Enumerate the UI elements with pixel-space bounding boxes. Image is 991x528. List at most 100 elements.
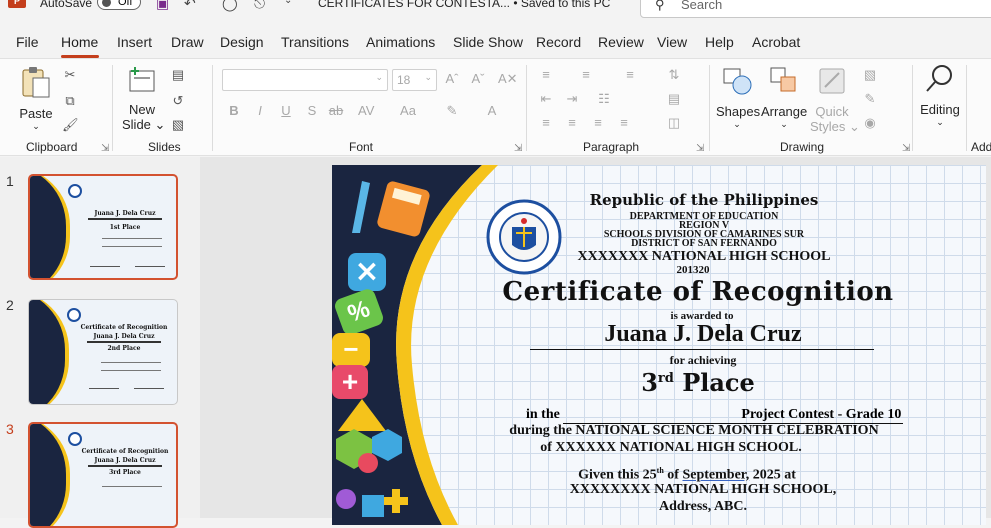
tab-home[interactable]: Home	[61, 34, 98, 50]
tab-draw[interactable]: Draw	[171, 34, 204, 50]
tab-insert[interactable]: Insert	[117, 34, 152, 50]
text-direction-icon[interactable]: ⇅	[666, 67, 682, 83]
tab-animations[interactable]: Animations	[366, 34, 435, 50]
shadow-icon[interactable]: S	[304, 103, 320, 119]
slide-thumbnail-2[interactable]: Certificate of Recognition Juana J. Dela…	[28, 299, 178, 405]
tab-review[interactable]: Review	[598, 34, 644, 50]
ribbon-tabs: File Home Insert Draw Design Transitions…	[0, 28, 991, 56]
align-left-icon[interactable]: ≡	[538, 115, 554, 131]
align-right-icon[interactable]: ≡	[590, 115, 606, 131]
numbering-icon[interactable]: ≡	[578, 67, 594, 83]
customize-qat-icon[interactable]: ⌄	[284, 0, 292, 6]
highlight-icon[interactable]: ✎	[444, 103, 460, 119]
autosave-label: AutoSave	[40, 0, 93, 10]
reset-icon[interactable]: ↺	[170, 93, 186, 109]
undo-icon[interactable]: ↶	[184, 0, 196, 12]
bold-icon[interactable]: B	[226, 103, 242, 119]
slide-thumbnail-3[interactable]: Certificate of Recognition Juana J. Dela…	[28, 422, 178, 528]
arrange-button[interactable]: Arrange ⌄	[761, 65, 807, 130]
deped-seal-icon	[68, 184, 82, 198]
redo-icon[interactable]: ◯	[222, 0, 238, 12]
paste-icon	[22, 67, 50, 98]
increase-indent-icon[interactable]: ⇥	[564, 91, 580, 107]
puzzle-icon	[336, 489, 408, 517]
shape-effects-icon[interactable]: ◉	[862, 115, 878, 131]
align-text-icon[interactable]: ▤	[666, 91, 682, 107]
smartart-icon[interactable]: ◫	[666, 115, 682, 131]
group-slides-label: Slides	[148, 140, 181, 154]
find-icon	[926, 65, 952, 92]
event-line: during the NATIONAL SCIENCE MONTH CELEBR…	[509, 423, 879, 438]
contest-name: Project Contest - Grade 10	[563, 407, 904, 424]
group-drawing-label: Drawing	[780, 140, 825, 154]
shape-fill-icon[interactable]: ▧	[862, 67, 878, 83]
chevron-down-icon: ⌄	[32, 121, 40, 131]
justify-icon[interactable]: ≡	[616, 115, 632, 131]
font-launcher-icon[interactable]: ⇲	[514, 143, 522, 154]
tab-view[interactable]: View	[657, 34, 687, 50]
present-icon[interactable]: ⎋	[254, 0, 265, 12]
save-icon[interactable]: ▣	[156, 0, 169, 12]
font-color-icon[interactable]: A	[484, 103, 500, 119]
new-slide-icon	[129, 67, 155, 92]
increase-font-icon[interactable]: Aˆ	[444, 71, 460, 87]
group-add-label: Add	[971, 140, 991, 154]
align-center-icon[interactable]: ≡	[564, 115, 580, 131]
tab-file[interactable]: File	[16, 34, 39, 50]
address-line: Address, ABC.	[658, 499, 748, 514]
shapes-button[interactable]: Shapes ⌄	[716, 65, 760, 130]
slide-number: 3	[6, 421, 14, 437]
format-painter-icon[interactable]: 🖌	[62, 117, 79, 133]
multiply-icon: ×	[348, 253, 386, 291]
district-heading: DISTRICT OF SAN FERNANDO	[631, 238, 777, 249]
char-spacing-icon[interactable]: AV	[358, 103, 374, 119]
slide-thumbnail-1[interactable]: Juana J. Dela Cruz 1st Place	[28, 174, 178, 280]
name-underline	[530, 349, 874, 350]
line-spacing-icon[interactable]: ≡	[622, 67, 638, 83]
tab-slide-show[interactable]: Slide Show	[453, 34, 523, 50]
paragraph-launcher-icon[interactable]: ⇲	[696, 143, 704, 154]
font-size-box[interactable]: 18 ⌄	[392, 69, 437, 91]
quick-styles-button[interactable]: Quick Styles ⌄	[810, 65, 860, 135]
columns-icon[interactable]: ☷	[596, 91, 612, 107]
strikethrough-icon[interactable]: ab	[328, 103, 344, 119]
underline-icon[interactable]: U	[278, 103, 294, 119]
clipboard-launcher-icon[interactable]: ⇲	[101, 143, 109, 154]
section-icon[interactable]: ▧	[170, 117, 186, 133]
document-title[interactable]: CERTIFICATES FOR CONTESTA... • Saved to …	[318, 0, 610, 10]
autosave-toggle[interactable]: Off	[97, 0, 141, 10]
group-paragraph-label: Paragraph	[583, 140, 640, 154]
place-text: 3rd Place	[641, 368, 755, 397]
shape-outline-icon[interactable]: ✎	[862, 91, 878, 107]
tab-record[interactable]: Record	[536, 34, 581, 50]
drawing-launcher-icon[interactable]: ⇲	[902, 143, 910, 154]
decrease-indent-icon[interactable]: ⇤	[538, 91, 554, 107]
italic-icon[interactable]: I	[252, 103, 268, 119]
powerpoint-logo-icon: P	[8, 0, 26, 8]
tab-design[interactable]: Design	[220, 34, 264, 50]
cut-icon[interactable]: ✂	[62, 67, 78, 83]
change-case-icon[interactable]: Aa	[400, 103, 416, 119]
layout-icon[interactable]: ▤	[170, 67, 186, 83]
tab-acrobat[interactable]: Acrobat	[752, 34, 800, 50]
copy-icon[interactable]: ⧉	[62, 93, 78, 109]
editing-button[interactable]: Editing ⌄	[918, 63, 962, 128]
search-icon: ⚲	[655, 0, 665, 12]
current-slide[interactable]: × % − + Republic of the Philippines DEPA…	[332, 165, 986, 525]
font-name-box[interactable]: ⌄	[222, 69, 388, 91]
tab-transitions[interactable]: Transitions	[281, 34, 349, 50]
tab-help[interactable]: Help	[705, 34, 734, 50]
search-box[interactable]: ⚲ Search	[640, 0, 991, 18]
decrease-font-icon[interactable]: Aˇ	[470, 71, 486, 87]
ribbon: Paste ⌄ ✂ ⧉ 🖌 Clipboard ⇲ New Slide ⌄ ▤ …	[0, 58, 991, 156]
given-line: Given this 25th of September, 2025 at	[578, 466, 796, 483]
bullets-icon[interactable]: ≡	[538, 67, 554, 83]
paste-button[interactable]: Paste ⌄	[16, 65, 56, 132]
geometric-shapes-icon	[336, 399, 402, 473]
plus-icon: +	[332, 365, 368, 399]
clear-format-icon[interactable]: A✕	[498, 71, 518, 87]
deped-seal-icon	[68, 432, 82, 446]
group-clipboard-label: Clipboard	[26, 140, 78, 154]
new-slide-button[interactable]: New Slide ⌄	[122, 65, 165, 133]
school-id: 201320	[676, 264, 710, 276]
